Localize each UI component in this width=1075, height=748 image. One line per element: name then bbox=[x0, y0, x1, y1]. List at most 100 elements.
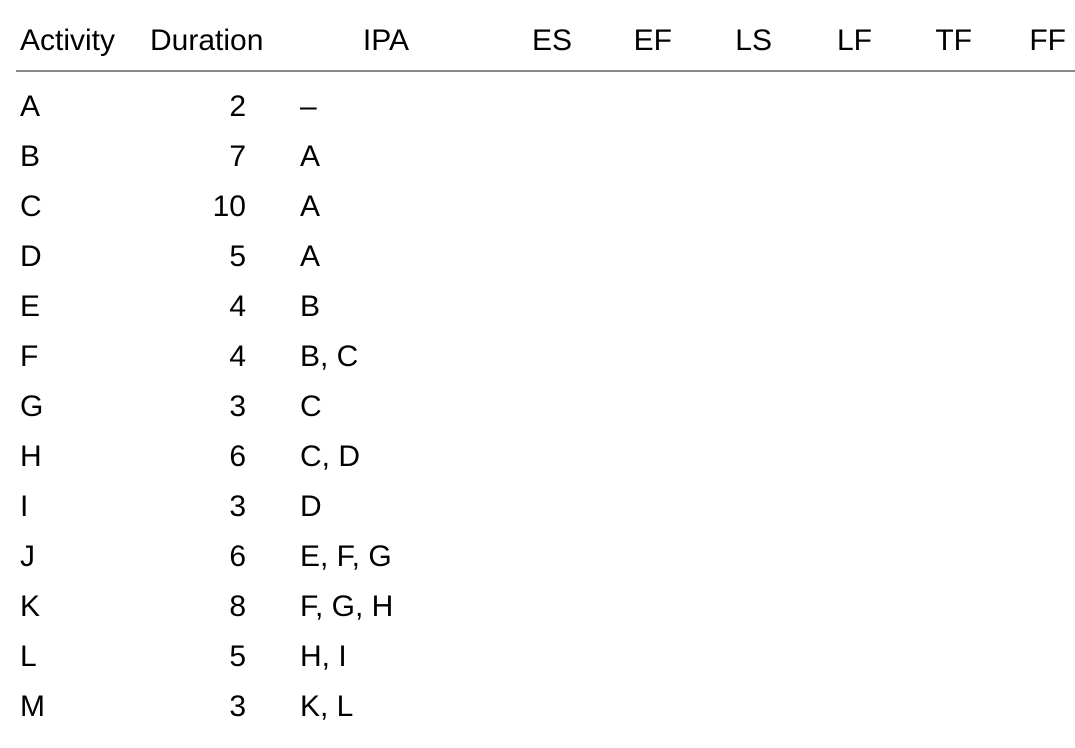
cell-ipa: B, C bbox=[296, 332, 476, 382]
cell-es bbox=[476, 532, 576, 582]
table-row: D5A bbox=[16, 232, 1075, 282]
cell-duration: 7 bbox=[146, 132, 296, 182]
cell-ls bbox=[676, 71, 776, 132]
cell-activity: K bbox=[16, 582, 146, 632]
cell-ff bbox=[976, 332, 1075, 382]
cell-es bbox=[476, 682, 576, 732]
table-row: K8F, G, H bbox=[16, 582, 1075, 632]
cell-lf bbox=[776, 332, 876, 382]
col-header-ls: LS bbox=[676, 16, 776, 71]
cell-tf bbox=[876, 582, 976, 632]
table-row: G3C bbox=[16, 382, 1075, 432]
cell-ff bbox=[976, 532, 1075, 582]
cell-ls bbox=[676, 432, 776, 482]
cell-ipa: A bbox=[296, 232, 476, 282]
cell-tf bbox=[876, 132, 976, 182]
cell-ff bbox=[976, 132, 1075, 182]
schedule-table: Activity Duration IPA ES EF LS LF TF FF … bbox=[16, 16, 1075, 732]
cell-ef bbox=[576, 532, 676, 582]
cell-ff bbox=[976, 71, 1075, 132]
cell-tf bbox=[876, 232, 976, 282]
cell-tf bbox=[876, 71, 976, 132]
cell-lf bbox=[776, 182, 876, 232]
cell-activity: L bbox=[16, 632, 146, 682]
cell-ipa: D bbox=[296, 482, 476, 532]
cell-lf bbox=[776, 282, 876, 332]
cell-duration: 4 bbox=[146, 332, 296, 382]
cell-ff bbox=[976, 482, 1075, 532]
cell-ls bbox=[676, 482, 776, 532]
table-row: L5H, I bbox=[16, 632, 1075, 682]
cell-activity: F bbox=[16, 332, 146, 382]
cell-es bbox=[476, 232, 576, 282]
cell-ipa: C bbox=[296, 382, 476, 432]
cell-ef bbox=[576, 382, 676, 432]
cell-ef bbox=[576, 332, 676, 382]
cell-ef bbox=[576, 632, 676, 682]
cell-duration: 5 bbox=[146, 632, 296, 682]
cell-lf bbox=[776, 232, 876, 282]
cell-ipa: F, G, H bbox=[296, 582, 476, 632]
cell-ls bbox=[676, 382, 776, 432]
cell-duration: 4 bbox=[146, 282, 296, 332]
cell-duration: 3 bbox=[146, 382, 296, 432]
cell-activity: A bbox=[16, 71, 146, 132]
col-header-ef: EF bbox=[576, 16, 676, 71]
cell-duration: 5 bbox=[146, 232, 296, 282]
cell-es bbox=[476, 382, 576, 432]
cell-activity: G bbox=[16, 382, 146, 432]
col-header-ipa: IPA bbox=[296, 16, 476, 71]
col-header-duration: Duration bbox=[146, 16, 296, 71]
cell-ipa: B bbox=[296, 282, 476, 332]
cell-ff bbox=[976, 282, 1075, 332]
table-row: C10A bbox=[16, 182, 1075, 232]
cell-ff bbox=[976, 232, 1075, 282]
cell-activity: J bbox=[16, 532, 146, 582]
cell-ipa: K, L bbox=[296, 682, 476, 732]
cell-es bbox=[476, 582, 576, 632]
cell-ls bbox=[676, 682, 776, 732]
cell-ef bbox=[576, 582, 676, 632]
cell-duration: 10 bbox=[146, 182, 296, 232]
cell-ef bbox=[576, 232, 676, 282]
cell-ipa: H, I bbox=[296, 632, 476, 682]
cell-tf bbox=[876, 382, 976, 432]
cell-activity: H bbox=[16, 432, 146, 482]
col-header-ff: FF bbox=[976, 16, 1075, 71]
cell-lf bbox=[776, 432, 876, 482]
cell-tf bbox=[876, 282, 976, 332]
cell-es bbox=[476, 482, 576, 532]
cell-activity: M bbox=[16, 682, 146, 732]
cell-duration: 6 bbox=[146, 532, 296, 582]
cell-es bbox=[476, 132, 576, 182]
cell-ff bbox=[976, 382, 1075, 432]
col-header-lf: LF bbox=[776, 16, 876, 71]
cell-tf bbox=[876, 532, 976, 582]
table-header-row: Activity Duration IPA ES EF LS LF TF FF bbox=[16, 16, 1075, 71]
table-row: I3D bbox=[16, 482, 1075, 532]
cell-duration: 2 bbox=[146, 71, 296, 132]
cell-ipa: A bbox=[296, 182, 476, 232]
cell-activity: E bbox=[16, 282, 146, 332]
cell-es bbox=[476, 71, 576, 132]
cell-duration: 3 bbox=[146, 482, 296, 532]
cell-ef bbox=[576, 71, 676, 132]
cell-lf bbox=[776, 532, 876, 582]
cell-activity: D bbox=[16, 232, 146, 282]
cell-ls bbox=[676, 632, 776, 682]
cell-ef bbox=[576, 282, 676, 332]
cell-activity: C bbox=[16, 182, 146, 232]
cell-activity: B bbox=[16, 132, 146, 182]
cell-ef bbox=[576, 682, 676, 732]
cell-tf bbox=[876, 682, 976, 732]
cell-ff bbox=[976, 682, 1075, 732]
cell-lf bbox=[776, 582, 876, 632]
cell-tf bbox=[876, 182, 976, 232]
cell-es bbox=[476, 182, 576, 232]
cell-es bbox=[476, 432, 576, 482]
cell-ls bbox=[676, 582, 776, 632]
cell-ff bbox=[976, 582, 1075, 632]
cell-ipa: – bbox=[296, 71, 476, 132]
cell-ff bbox=[976, 632, 1075, 682]
cell-tf bbox=[876, 632, 976, 682]
